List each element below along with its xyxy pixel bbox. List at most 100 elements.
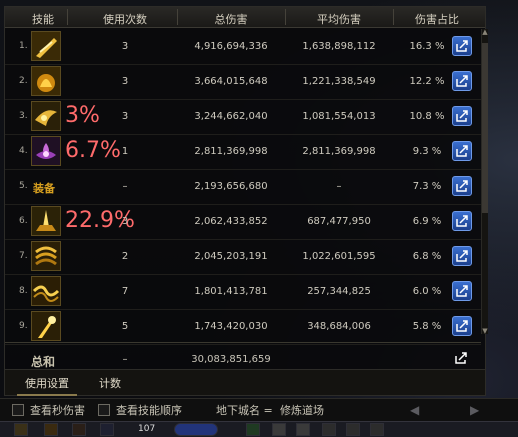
total-damage-cell: 2,062,433,852 xyxy=(194,216,268,227)
col-total: 总伤害 xyxy=(214,13,248,26)
row-index: 9. xyxy=(19,321,28,331)
equipment-label: 装备 xyxy=(33,182,55,195)
row-index: 4. xyxy=(19,146,28,156)
mail-icon[interactable] xyxy=(296,423,310,436)
hotbar-slot-icon[interactable] xyxy=(44,423,58,436)
col-uses: 使用次数 xyxy=(103,13,147,26)
hotbar-slot-icon[interactable] xyxy=(100,423,114,436)
totals-row: 总和 – 30,083,851,659 xyxy=(5,342,481,373)
total-damage-cell: 3,244,662,040 xyxy=(194,111,268,122)
settings-icon[interactable] xyxy=(346,423,360,436)
share-button[interactable] xyxy=(452,246,472,266)
chat-icon[interactable] xyxy=(370,423,384,436)
share-icon xyxy=(455,352,467,364)
share-button[interactable] xyxy=(452,106,472,126)
panel-tabs: 使用设置 计数 xyxy=(4,370,486,396)
uses-cell: 1 xyxy=(121,146,129,157)
table-scrollbar[interactable]: ▲ ▼ xyxy=(481,29,488,335)
table-row[interactable]: 5. 装备 – 2,193,656,680 – 7.3 % xyxy=(5,169,481,205)
col-skill: 技能 xyxy=(32,13,54,26)
uses-cell: 3 xyxy=(121,41,129,52)
next-arrow-icon[interactable]: ▶ xyxy=(470,403,479,417)
share-button[interactable] xyxy=(452,349,472,369)
fire-burst-icon xyxy=(31,66,61,96)
header-divider xyxy=(177,9,178,25)
avg-damage-cell: – xyxy=(336,181,342,192)
row-index: 6. xyxy=(19,216,28,226)
total-damage-cell: 1,801,413,781 xyxy=(194,286,268,297)
share-button[interactable] xyxy=(452,316,472,336)
share-button[interactable] xyxy=(452,71,472,91)
totals-damage: 30,083,851,659 xyxy=(191,354,271,365)
total-damage-cell: 2,193,656,680 xyxy=(194,181,268,192)
orb-icon xyxy=(174,423,218,436)
options-bar: 查看秒伤害 查看技能顺序 地下城名 = 修炼道场 ◀ ▶ xyxy=(0,398,518,421)
total-damage-cell: 2,811,369,998 xyxy=(194,146,268,157)
table-row[interactable]: 4. 6.7% 1 2,811,369,998 2,811,369,998 9.… xyxy=(5,134,481,170)
share-icon xyxy=(456,180,468,192)
share-icon xyxy=(456,110,468,122)
share-cell: 10.8 % xyxy=(409,111,445,122)
table-row[interactable]: 3. 3% 3 3,244,662,040 1,081,554,013 10.8… xyxy=(5,99,481,135)
view-dps-label: 查看秒伤害 xyxy=(30,404,85,417)
share-button[interactable] xyxy=(452,36,472,56)
row-index: 5. xyxy=(19,181,28,191)
share-cell: 6.0 % xyxy=(412,286,442,297)
share-button[interactable] xyxy=(452,211,472,231)
total-damage-cell: 3,664,015,648 xyxy=(194,76,268,87)
scroll-up-icon[interactable]: ▲ xyxy=(482,29,488,36)
table-row[interactable]: 9. 5 1,743,420,030 348,684,006 5.8 % xyxy=(5,309,481,345)
share-cell: 5.8 % xyxy=(412,321,442,332)
share-cell: 6.8 % xyxy=(412,251,442,262)
tab-usage-settings[interactable]: 使用设置 xyxy=(17,375,77,396)
flame-slash-icon xyxy=(31,31,61,61)
header-divider xyxy=(393,9,394,25)
spark-icon xyxy=(31,311,61,341)
header-divider xyxy=(67,9,68,25)
avg-damage-cell: 348,684,006 xyxy=(307,321,371,332)
col-share: 伤害占比 xyxy=(415,13,459,26)
overlay-percent: 3% xyxy=(65,103,100,128)
map-icon[interactable] xyxy=(246,423,260,436)
wing-strike-icon xyxy=(31,101,61,131)
share-icon xyxy=(456,40,468,52)
inventory-icon[interactable] xyxy=(272,423,286,436)
table-row[interactable]: 2. 3 3,664,015,648 1,221,338,549 12.2 % xyxy=(5,64,481,100)
share-icon xyxy=(456,320,468,332)
vortex-icon xyxy=(31,241,61,271)
table-row[interactable]: 7. 2 2,045,203,191 1,022,601,595 6.8 % xyxy=(5,239,481,275)
share-cell: 6.9 % xyxy=(412,216,442,227)
tab-count[interactable]: 计数 xyxy=(91,375,129,391)
share-button[interactable] xyxy=(452,281,472,301)
wave-slash-icon xyxy=(31,276,61,306)
uses-cell: 2 xyxy=(121,251,129,262)
hotbar-number: 107 xyxy=(138,424,156,434)
prev-arrow-icon[interactable]: ◀ xyxy=(410,403,419,417)
avg-damage-cell: 1,638,898,112 xyxy=(302,41,376,52)
view-order-label: 查看技能顺序 xyxy=(116,404,182,417)
share-cell: 16.3 % xyxy=(409,41,445,52)
sword-rise-icon xyxy=(31,206,61,236)
col-avg: 平均伤害 xyxy=(317,13,361,26)
menu-icon[interactable] xyxy=(322,423,336,436)
avg-damage-cell: 257,344,825 xyxy=(307,286,371,297)
view-dps-checkbox[interactable] xyxy=(12,404,24,416)
totals-uses: – xyxy=(122,354,128,365)
table-row[interactable]: 8. 7 1,801,413,781 257,344,825 6.0 % xyxy=(5,274,481,310)
scroll-thumb[interactable] xyxy=(482,43,488,213)
uses-cell: – xyxy=(122,181,128,192)
view-order-checkbox[interactable] xyxy=(98,404,110,416)
table-row[interactable]: 6. 22.9% 3 2,062,433,852 687,477,950 6.9… xyxy=(5,204,481,240)
share-cell: 9.3 % xyxy=(412,146,442,157)
hotbar-slot-icon[interactable] xyxy=(72,423,86,436)
table-row[interactable]: 1. 3 4,916,694,336 1,638,898,112 16.3 % xyxy=(5,29,481,65)
total-damage-cell: 1,743,420,030 xyxy=(194,321,268,332)
hotbar-slot-icon[interactable] xyxy=(14,423,28,436)
scroll-down-icon[interactable]: ▼ xyxy=(482,328,488,335)
share-button[interactable] xyxy=(452,141,472,161)
dungeon-prefix: 地下城名 = xyxy=(216,404,273,417)
share-icon xyxy=(456,250,468,262)
share-button[interactable] xyxy=(452,176,472,196)
share-cell: 12.2 % xyxy=(409,76,445,87)
share-icon xyxy=(456,215,468,227)
